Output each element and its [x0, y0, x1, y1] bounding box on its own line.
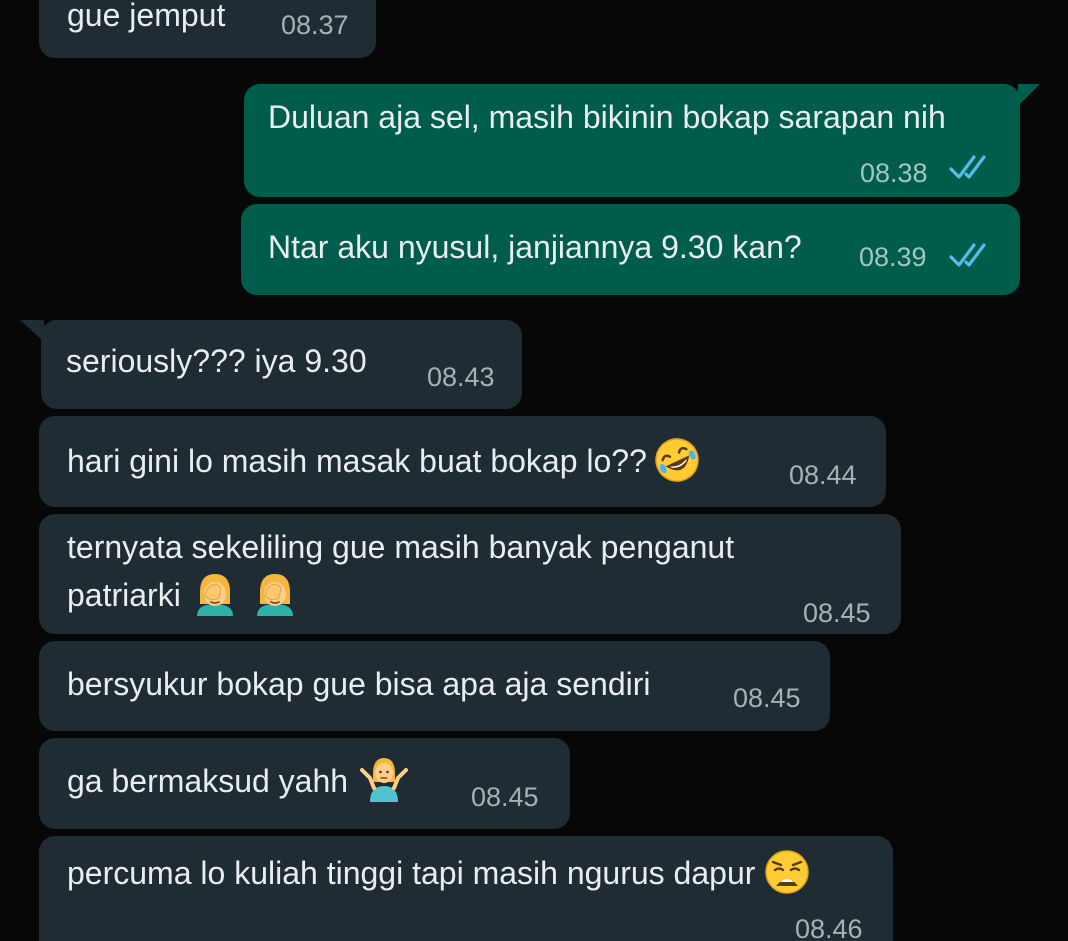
shrug-emoji — [360, 757, 409, 802]
message-time: 08.39 — [859, 242, 927, 272]
message-bubble-outgoing[interactable]: Ntar aku nyusul, janjiannya 9.30 kan? 08… — [241, 204, 1020, 295]
message-time: 08.37 — [281, 10, 349, 40]
message-text: bersyukur bokap gue bisa apa aja sendiri — [67, 666, 651, 702]
message-bubble-incoming[interactable]: ternyata sekeliling gue masih banyak pen… — [39, 514, 901, 634]
message-text: seriously??? iya 9.30 — [66, 343, 367, 379]
facepalm-emoji — [196, 573, 233, 616]
message-bubble-incoming[interactable]: hari gini lo masih masak buat bokap lo??… — [39, 416, 886, 507]
message-time: 08.43 — [427, 362, 495, 392]
message-time: 08.45 — [803, 598, 871, 628]
message-time: 08.45 — [733, 683, 801, 713]
message-bubble-incoming[interactable]: gue jemput 08.37 — [39, 0, 376, 58]
message-text: gue jemput — [67, 0, 226, 33]
rolling-laughing-emoji — [655, 437, 699, 482]
message-text-content: patriarki — [67, 577, 181, 613]
message-text: ga bermaksud yahh — [67, 757, 409, 808]
message-time: 08.45 — [471, 782, 539, 812]
message-text-line-1: ternyata sekeliling gue masih banyak pen… — [67, 529, 735, 565]
message-text: Ntar aku nyusul, janjiannya 9.30 kan? — [268, 229, 802, 265]
message-text: hari gini lo masih masak buat bokap lo?? — [67, 437, 701, 488]
double-check-read-icon — [949, 155, 986, 179]
double-check-read-icon — [949, 243, 986, 267]
weary-face-emoji — [765, 849, 810, 894]
chat-conversation: gue jemput 08.37 Duluan aja sel, masih b… — [0, 0, 1068, 941]
message-bubble-incoming[interactable]: ga bermaksud yahh 08.45 — [39, 738, 570, 829]
message-text-content: percuma lo kuliah tinggi tapi masih ngur… — [67, 855, 756, 891]
message-bubble-incoming[interactable]: percuma lo kuliah tinggi tapi masih ngur… — [39, 836, 893, 941]
bubble-tail — [1018, 84, 1040, 106]
message-text: percuma lo kuliah tinggi tapi masih ngur… — [67, 849, 811, 900]
message-bubble-outgoing[interactable]: Duluan aja sel, masih bikinin bokap sara… — [244, 84, 1020, 197]
message-text-line-2: patriarki — [67, 572, 299, 622]
message-text-content: hari gini lo masih masak buat bokap lo?? — [67, 443, 647, 479]
message-text-content: ga bermaksud yahh — [67, 763, 349, 799]
message-time: 08.46 — [795, 914, 863, 941]
message-time: 08.38 — [860, 158, 928, 188]
facepalm-emoji — [256, 573, 293, 616]
message-time: 08.44 — [789, 460, 857, 490]
message-bubble-incoming[interactable]: bersyukur bokap gue bisa apa aja sendiri… — [39, 641, 830, 731]
message-text: Duluan aja sel, masih bikinin bokap sara… — [268, 99, 946, 135]
message-bubble-incoming[interactable]: seriously??? iya 9.30 08.43 — [41, 320, 522, 409]
